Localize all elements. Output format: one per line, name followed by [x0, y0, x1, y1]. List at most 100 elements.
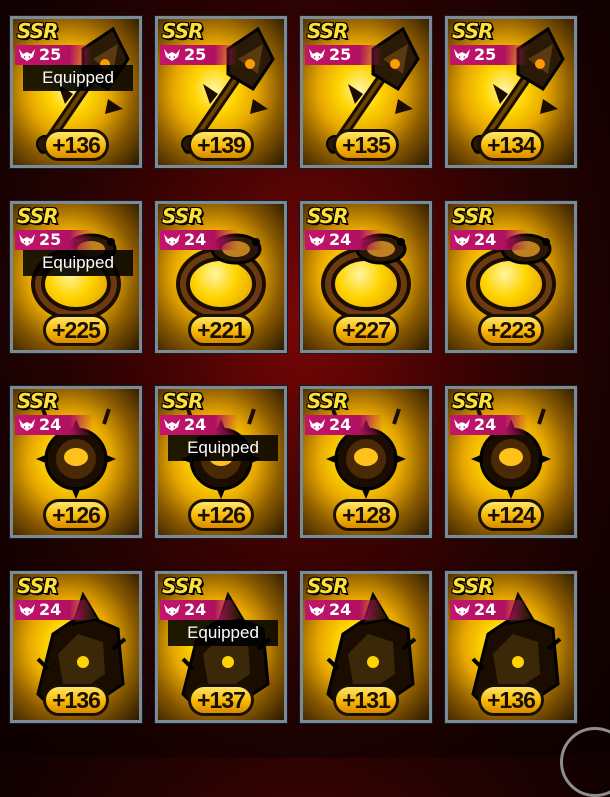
demon-horns-icon — [454, 419, 470, 431]
equipment-card-14[interactable]: SSR 24 +137 Equipped — [154, 570, 288, 724]
equipment-card-3[interactable]: SSR 25 +135 — [299, 15, 433, 169]
level-badge: 25 — [305, 45, 383, 65]
enhance-value: +137 — [197, 686, 246, 713]
enhance-value: +225 — [52, 316, 101, 343]
level-value: 24 — [39, 415, 62, 434]
equipment-card-9[interactable]: SSR 24 +126 — [9, 385, 143, 539]
demon-horns-icon — [164, 49, 180, 61]
equipment-card-13[interactable]: SSR 24 +136 — [9, 570, 143, 724]
enhance-value: +221 — [197, 316, 246, 343]
level-value: 24 — [184, 415, 207, 434]
level-badge: 25 — [160, 45, 238, 65]
enhance-value: +227 — [342, 316, 391, 343]
demon-horns-icon — [164, 604, 180, 616]
enhance-badge: +225 — [43, 314, 109, 346]
enhance-badge: +136 — [43, 129, 109, 161]
level-badge: 24 — [15, 600, 93, 620]
rarity-label: SSR — [162, 204, 203, 228]
level-value: 24 — [329, 415, 352, 434]
rarity-label: SSR — [17, 389, 58, 413]
rarity-label: SSR — [452, 389, 493, 413]
level-value: 24 — [184, 230, 207, 249]
enhance-badge: +221 — [188, 314, 254, 346]
demon-horns-icon — [454, 234, 470, 246]
equipment-card-7[interactable]: SSR 24 +227 — [299, 200, 433, 354]
level-value: 24 — [474, 230, 497, 249]
equipment-card-6[interactable]: SSR 24 +221 — [154, 200, 288, 354]
level-value: 25 — [329, 45, 352, 64]
rarity-label: SSR — [162, 574, 203, 598]
enhance-value: +134 — [487, 131, 536, 158]
demon-horns-icon — [309, 419, 325, 431]
rarity-label: SSR — [307, 574, 348, 598]
level-badge: 24 — [305, 600, 383, 620]
enhance-value: +139 — [197, 131, 246, 158]
enhance-value: +223 — [487, 316, 536, 343]
rarity-label: SSR — [162, 19, 203, 43]
demon-horns-icon — [19, 419, 35, 431]
level-value: 24 — [39, 600, 62, 619]
enhance-value: +136 — [487, 686, 536, 713]
enhance-value: +136 — [52, 686, 101, 713]
corner-decoration — [560, 727, 610, 797]
equipment-card-16[interactable]: SSR 24 +136 — [444, 570, 578, 724]
equipment-card-10[interactable]: SSR 24 +126 Equipped — [154, 385, 288, 539]
equipment-card-4[interactable]: SSR 25 +134 — [444, 15, 578, 169]
rarity-label: SSR — [452, 574, 493, 598]
level-value: 24 — [329, 600, 352, 619]
enhance-badge: +136 — [43, 684, 109, 716]
level-badge: 25 — [15, 230, 93, 250]
demon-horns-icon — [19, 234, 35, 246]
demon-horns-icon — [454, 604, 470, 616]
level-badge: 24 — [160, 600, 238, 620]
equipment-card-8[interactable]: SSR 24 +223 — [444, 200, 578, 354]
demon-horns-icon — [454, 49, 470, 61]
demon-horns-icon — [309, 49, 325, 61]
enhance-badge: +134 — [478, 129, 544, 161]
level-value: 24 — [474, 600, 497, 619]
level-value: 24 — [474, 415, 497, 434]
level-badge: 25 — [450, 45, 528, 65]
level-badge: 24 — [450, 600, 528, 620]
enhance-value: +126 — [197, 501, 246, 528]
equipped-label: Equipped — [23, 65, 133, 91]
enhance-badge: +137 — [188, 684, 254, 716]
rarity-label: SSR — [162, 389, 203, 413]
equipment-card-11[interactable]: SSR 24 +128 — [299, 385, 433, 539]
rarity-label: SSR — [307, 389, 348, 413]
equipped-label: Equipped — [168, 620, 278, 646]
equipment-card-5[interactable]: SSR 25 +225 Equipped — [9, 200, 143, 354]
rarity-label: SSR — [17, 574, 58, 598]
equipped-label: Equipped — [168, 435, 278, 461]
level-badge: 24 — [305, 230, 383, 250]
enhance-badge: +223 — [478, 314, 544, 346]
rarity-label: SSR — [17, 204, 58, 228]
demon-horns-icon — [19, 49, 35, 61]
equipment-card-1[interactable]: SSR 25 +136 Equipped — [9, 15, 143, 169]
enhance-value: +135 — [342, 131, 391, 158]
equipment-card-12[interactable]: SSR 24 +124 — [444, 385, 578, 539]
enhance-badge: +139 — [188, 129, 254, 161]
level-badge: 24 — [450, 415, 528, 435]
rarity-label: SSR — [17, 19, 58, 43]
enhance-value: +136 — [52, 131, 101, 158]
equipment-card-15[interactable]: SSR 24 +131 — [299, 570, 433, 724]
level-badge: 24 — [160, 230, 238, 250]
enhance-badge: +227 — [333, 314, 399, 346]
enhance-badge: +135 — [333, 129, 399, 161]
level-value: 24 — [184, 600, 207, 619]
enhance-badge: +126 — [43, 499, 109, 531]
enhance-badge: +136 — [478, 684, 544, 716]
level-value: 24 — [329, 230, 352, 249]
demon-horns-icon — [164, 419, 180, 431]
demon-horns-icon — [309, 604, 325, 616]
rarity-label: SSR — [307, 19, 348, 43]
rarity-label: SSR — [452, 204, 493, 228]
equipment-grid: SSR 25 +136 Equipped SSR 25 +139 SSR 25 … — [9, 15, 578, 724]
rarity-label: SSR — [452, 19, 493, 43]
enhance-value: +124 — [487, 501, 536, 528]
demon-horns-icon — [19, 604, 35, 616]
equipped-label: Equipped — [23, 250, 133, 276]
equipment-card-2[interactable]: SSR 25 +139 — [154, 15, 288, 169]
enhance-value: +128 — [342, 501, 391, 528]
